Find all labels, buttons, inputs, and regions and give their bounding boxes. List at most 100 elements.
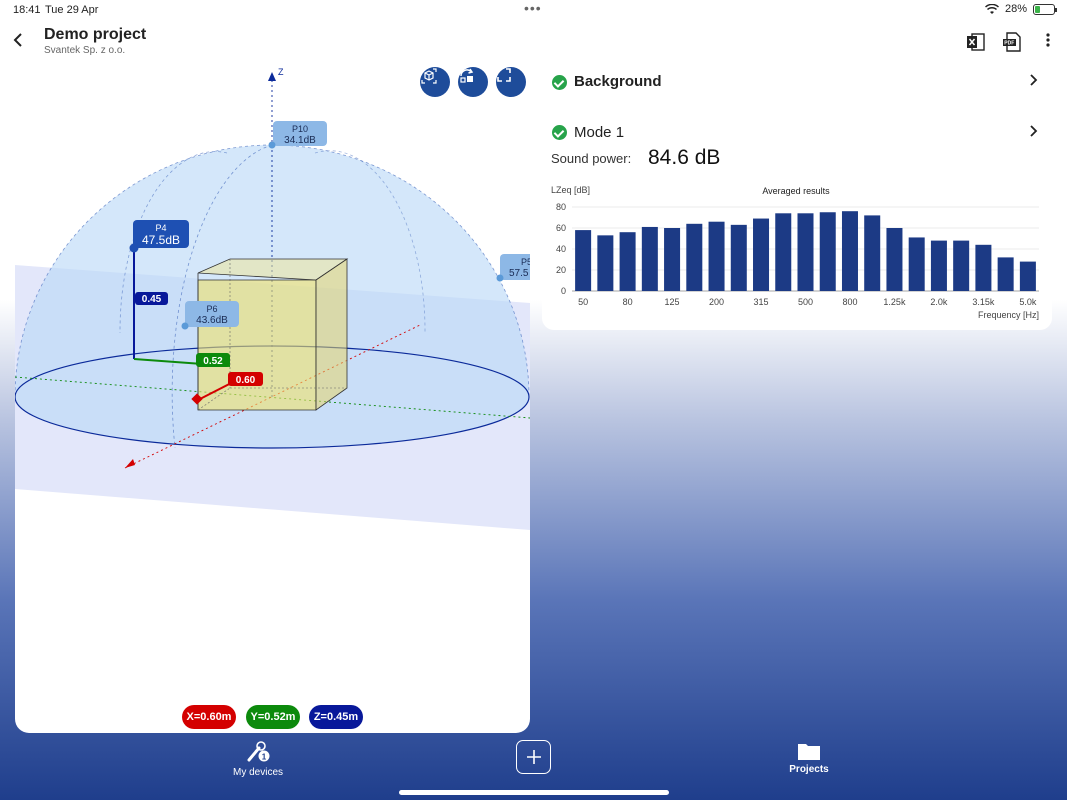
- bar-3.15k: [975, 244, 992, 291]
- y-tick-label: 80: [556, 202, 566, 212]
- z-dimension-label: 0.45: [142, 294, 162, 305]
- x-coordinate-pill[interactable]: X=0.60m: [182, 705, 236, 729]
- bar-315: [753, 218, 770, 291]
- fullscreen-button[interactable]: [496, 67, 526, 97]
- bar-63: [597, 235, 614, 291]
- check-circle-icon: [552, 125, 567, 140]
- background-card-title: Background: [574, 73, 662, 90]
- bar-chart-svg: LZeq [dB] Averaged results Frequency [Hz…: [551, 185, 1039, 320]
- rotate-icon: [460, 68, 474, 83]
- home-indicator[interactable]: [399, 790, 669, 795]
- y-tick-label: 40: [556, 244, 566, 254]
- bar-80: [619, 232, 636, 291]
- point-p4-value: 47.5dB: [142, 233, 180, 247]
- pdf-icon: PDF: [1003, 32, 1021, 52]
- x-tick-label: 800: [842, 297, 857, 307]
- chart-xlabel: Frequency [Hz]: [978, 310, 1039, 320]
- chevron-left-icon: [13, 33, 22, 47]
- devices-icon: 1: [247, 741, 270, 762]
- point-p5[interactable]: P5 57.5: [496, 254, 531, 282]
- add-button[interactable]: [516, 740, 551, 774]
- wifi-icon: [984, 3, 999, 14]
- averaged-results-chart: LZeq [dB] Averaged results Frequency [Hz…: [542, 183, 1052, 328]
- x-tick-label: 5.0k: [1019, 297, 1037, 307]
- chart-title: Averaged results: [762, 186, 830, 196]
- point-p5-value: 57.5: [509, 268, 529, 279]
- y-coordinate-pill[interactable]: Y=0.52m: [246, 705, 300, 729]
- y-dimension-label: 0.52: [203, 356, 223, 367]
- background-card[interactable]: Background: [542, 63, 1052, 101]
- point-p10-id: P10: [292, 124, 308, 134]
- x-tick-label: 125: [665, 297, 680, 307]
- x-tick-label: 50: [578, 297, 588, 307]
- status-date: Tue 29 Apr: [45, 4, 99, 16]
- x-dimension-label: 0.60: [236, 375, 256, 386]
- status-right: 28%: [984, 3, 1057, 15]
- export-pdf-button[interactable]: PDF: [1001, 31, 1023, 53]
- bar-630: [819, 212, 836, 291]
- box-side-face: [315, 258, 348, 411]
- page-title: Demo project: [44, 26, 147, 43]
- x-tick-label: 200: [709, 297, 724, 307]
- bar-5.0k: [1019, 261, 1036, 291]
- nav-projects[interactable]: Projects: [782, 741, 836, 775]
- sound-power-value: 84.6 dB: [648, 146, 721, 169]
- multitask-dots-icon[interactable]: •••: [524, 0, 542, 16]
- app-header: Demo project Svantek Sp. z o.o. PDF: [0, 22, 1067, 62]
- point-p4-id: P4: [155, 223, 166, 233]
- bar-2.5k: [953, 240, 970, 291]
- plus-icon: [526, 750, 541, 764]
- reset-view-button[interactable]: [420, 67, 450, 97]
- bar-100: [641, 226, 658, 291]
- bar-2.0k: [930, 240, 947, 291]
- bar-200: [708, 221, 725, 291]
- more-menu-button[interactable]: [1040, 31, 1056, 53]
- bar-125: [664, 228, 681, 291]
- cube-view-icon: [421, 68, 437, 84]
- nav-my-devices[interactable]: 1 My devices: [228, 740, 288, 778]
- bar-1k: [864, 215, 881, 291]
- folder-icon: [798, 744, 820, 760]
- point-p4[interactable]: P4 47.5dB: [129, 220, 190, 253]
- x-tick-label: 315: [754, 297, 769, 307]
- x-tick-label: 2.0k: [930, 297, 948, 307]
- y-tick-label: 60: [556, 223, 566, 233]
- mode-card-title: Mode 1: [574, 124, 625, 141]
- hemisphere-scene[interactable]: Z 0.45 0.52 0.60 P10 34.1dB P4 47.5dB P6…: [15, 63, 530, 733]
- x-tick-label: 3.15k: [972, 297, 995, 307]
- fullscreen-icon: [497, 68, 511, 82]
- bar-250: [730, 224, 747, 291]
- measurement-3d-view[interactable]: Z 0.45 0.52 0.60 P10 34.1dB P4 47.5dB P6…: [15, 63, 530, 733]
- chevron-right-icon: [1028, 123, 1038, 144]
- more-vertical-icon: [1046, 33, 1050, 47]
- point-p10-value: 34.1dB: [284, 135, 316, 146]
- z-coordinate-pill[interactable]: Z=0.45m: [309, 705, 363, 729]
- bottom-nav: 1 My devices Projects: [0, 735, 1067, 800]
- bar-500: [797, 213, 814, 291]
- status-bar: 18:41 Tue 29 Apr ••• 28%: [0, 0, 1067, 20]
- x-tick-label: 80: [623, 297, 633, 307]
- nav-projects-label: Projects: [789, 764, 829, 775]
- export-excel-button[interactable]: [965, 31, 987, 53]
- x-tick-label: 500: [798, 297, 813, 307]
- bar-1.6k: [908, 237, 925, 291]
- rotate-view-button[interactable]: [458, 67, 488, 97]
- y-tick-label: 0: [561, 286, 566, 296]
- bar-50: [575, 230, 592, 291]
- bar-160: [686, 223, 703, 291]
- battery-icon: [1033, 3, 1057, 15]
- chevron-right-icon: [1028, 72, 1038, 93]
- z-axis-arrow-icon: [268, 72, 276, 81]
- check-circle-icon: [552, 75, 567, 90]
- bar-1.25k: [886, 228, 903, 291]
- page-subtitle: Svantek Sp. z o.o.: [44, 45, 126, 56]
- point-p6[interactable]: P6 43.6dB: [181, 301, 240, 330]
- mode-card[interactable]: Mode 1 Sound power: 84.6 dB LZeq [dB] Av…: [542, 113, 1052, 330]
- point-p5-id: P5: [521, 257, 530, 267]
- y-tick-label: 20: [556, 265, 566, 275]
- z-axis-label: Z: [278, 67, 284, 77]
- nav-my-devices-label: My devices: [232, 767, 283, 778]
- back-button[interactable]: [12, 30, 32, 52]
- point-p10[interactable]: P10 34.1dB: [268, 121, 328, 149]
- point-p6-value: 43.6dB: [196, 315, 228, 326]
